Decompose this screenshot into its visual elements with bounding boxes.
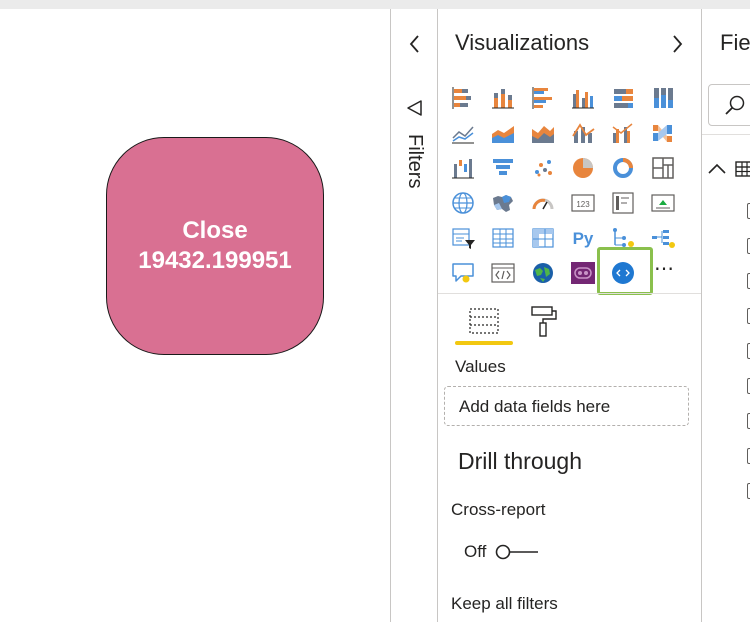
fields-tab[interactable] (466, 303, 502, 339)
active-tab-indicator (455, 341, 513, 345)
line-and-clustered-column-chart-icon[interactable] (608, 119, 638, 147)
multi-row-card-icon[interactable] (608, 189, 638, 217)
100-stacked-column-chart-icon[interactable] (648, 84, 678, 112)
kpi-icon[interactable] (648, 189, 678, 217)
drill-through-heading: Drill through (458, 448, 582, 474)
smart-narrative-icon[interactable] (488, 259, 518, 287)
card-line-2: 19432.199951 (138, 247, 292, 274)
fields-title: Fields (720, 30, 750, 55)
area-chart-icon[interactable] (488, 119, 518, 147)
chevron-right-icon (673, 35, 683, 53)
cross-report-label: Cross-report (451, 500, 546, 519)
fields-well-icon (469, 308, 499, 334)
treemap-icon[interactable] (648, 154, 678, 182)
filter-icon[interactable] (405, 98, 425, 118)
expand-visualizations-button[interactable] (667, 32, 687, 56)
donut-chart-icon[interactable] (608, 154, 638, 182)
100-stacked-bar-chart-icon[interactable] (608, 84, 638, 112)
funnel-chart-icon[interactable] (488, 154, 518, 182)
python-visual-label: Py (573, 229, 594, 248)
qa-icon[interactable] (448, 259, 478, 287)
filled-map-icon[interactable] (488, 189, 518, 217)
card-icon[interactable]: 123 (568, 189, 598, 217)
arcgis-map-icon[interactable] (528, 259, 558, 287)
visualizations-title: Visualizations (455, 30, 590, 55)
stacked-area-chart-icon[interactable] (528, 119, 558, 147)
map-icon[interactable] (448, 189, 478, 217)
card-line-1: Close (182, 217, 248, 244)
card-icon-label: 123 (576, 200, 590, 209)
section-divider (438, 293, 701, 294)
line-chart-icon[interactable] (448, 119, 478, 147)
table-icon[interactable] (488, 224, 518, 252)
values-label: Values (455, 357, 506, 376)
more-visuals-button[interactable]: ⋯ (654, 256, 675, 281)
waterfall-chart-icon[interactable] (448, 154, 478, 182)
values-drop-zone[interactable]: Add data fields here (444, 386, 689, 426)
stacked-column-chart-icon[interactable] (488, 84, 518, 112)
custom-visual-highlight (597, 247, 653, 295)
python-visual-icon[interactable]: Py (568, 224, 598, 252)
gauge-icon[interactable] (528, 189, 558, 217)
slicer-icon[interactable] (448, 224, 478, 252)
table-icon (734, 158, 750, 180)
card-visual[interactable]: Close 19432.199951 (106, 137, 324, 355)
top-bar (0, 0, 750, 9)
clustered-column-chart-icon[interactable] (568, 84, 598, 112)
paint-roller-icon (531, 306, 557, 337)
collapse-table-button[interactable] (706, 159, 728, 179)
matrix-icon[interactable] (528, 224, 558, 252)
collapse-filters-button[interactable] (405, 32, 425, 56)
search-icon (722, 93, 748, 119)
fields-divider (702, 134, 750, 135)
format-tab[interactable] (526, 303, 560, 339)
stacked-bar-chart-icon[interactable] (448, 84, 478, 112)
keep-all-filters-label: Keep all filters (451, 594, 558, 613)
cross-report-toggle-state: Off (464, 542, 487, 561)
ribbon-chart-icon[interactable] (648, 119, 678, 147)
chevron-left-icon (409, 35, 419, 53)
filters-label[interactable]: Filters (400, 134, 426, 204)
chevron-up-icon (708, 163, 726, 174)
pie-chart-icon[interactable] (568, 154, 598, 182)
power-apps-icon[interactable] (568, 259, 598, 287)
line-and-stacked-column-chart-icon[interactable] (568, 119, 598, 147)
clustered-bar-chart-icon[interactable] (528, 84, 558, 112)
cross-report-toggle[interactable] (494, 543, 540, 561)
scatter-chart-icon[interactable] (528, 154, 558, 182)
